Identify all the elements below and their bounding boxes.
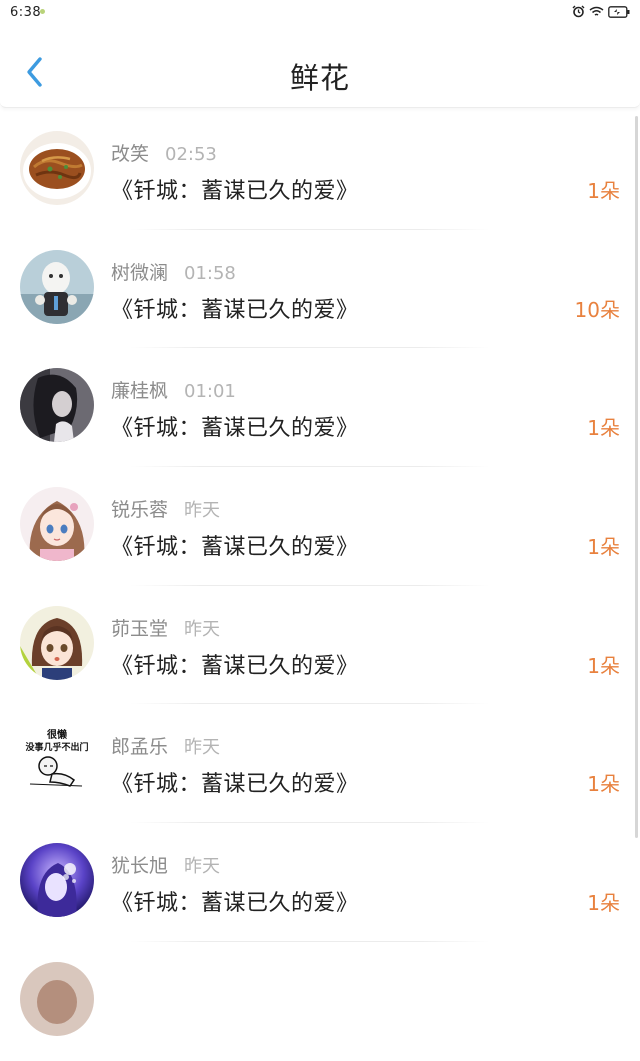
send-time: 昨天: [184, 737, 221, 759]
flower-count: 1朵: [587, 891, 620, 916]
cartoon-character-avatar-icon: [20, 249, 94, 324]
send-time: 昨天: [184, 500, 221, 522]
list-item-partial[interactable]: [0, 942, 640, 1061]
user-line: 郎孟乐 昨天: [111, 732, 220, 759]
user-line: 犹长旭 昨天: [111, 851, 220, 878]
send-time: 昨天: [184, 856, 221, 878]
list-item[interactable]: 很懒 没事几乎不出门 郎孟乐 昨天 《钎城：蓄谋已久的爱》 1朵: [0, 704, 640, 824]
nav-bar: 鲜花: [0, 28, 640, 108]
list-item[interactable]: 犹长旭 昨天 《钎城：蓄谋已久的爱》 1朵: [0, 823, 640, 942]
user-name: 廉桂枫: [111, 380, 169, 403]
user-name: 改笑: [111, 143, 150, 165]
user-line: 廉桂枫 01:01: [111, 376, 236, 403]
list-item[interactable]: 锐乐蓉 昨天 《钎城：蓄谋已久的爱》 1朵: [0, 467, 640, 586]
user-line: 改笑 02:53: [111, 139, 217, 166]
user-line: 锐乐蓉 昨天: [111, 495, 220, 522]
anime-purple-avatar-icon: [20, 843, 94, 918]
user-name: 郎孟乐: [111, 736, 169, 759]
anime-girl-brown-hair-avatar-icon: [20, 605, 94, 680]
flower-list: 改笑 02:53 《钎城：蓄谋已久的爱》 1朵 树微澜 01:58 《钎城：蓄谋…: [0, 111, 640, 1061]
send-time: 昨天: [184, 618, 221, 640]
book-title: 《钎城：蓄谋已久的爱》: [111, 416, 359, 442]
page-title: 鲜花: [289, 61, 350, 95]
book-title: 《钎城：蓄谋已久的爱》: [111, 653, 359, 679]
user-line: 茆玉堂 昨天: [111, 614, 220, 641]
wifi-icon: [589, 6, 604, 16]
book-title: 《钎城：蓄谋已久的爱》: [111, 891, 359, 917]
status-bar: 6:38: [0, 0, 640, 28]
user-name: 树微澜: [111, 261, 169, 284]
partial-avatar-icon: [20, 961, 94, 1036]
meme-text-top: 很懒: [46, 728, 67, 741]
notification-dot-icon: [40, 9, 45, 14]
meme-avatar-icon: 很懒 没事几乎不出门: [20, 724, 94, 799]
flower-count: 1朵: [587, 416, 620, 441]
scrollbar[interactable]: [635, 116, 638, 838]
list-item[interactable]: 茆玉堂 昨天 《钎城：蓄谋已久的爱》 1朵: [0, 586, 640, 705]
user-name: 锐乐蓉: [111, 499, 169, 522]
person-photo-avatar-icon: [20, 368, 94, 443]
flower-count: 1朵: [587, 179, 620, 203]
book-title: 《钎城：蓄谋已久的爱》: [111, 179, 359, 204]
flower-count: 10朵: [574, 297, 620, 322]
status-icons: [572, 5, 630, 18]
user-name: 茆玉堂: [111, 617, 169, 640]
list-item[interactable]: 改笑 02:53 《钎城：蓄谋已久的爱》 1朵: [0, 111, 640, 230]
list-item[interactable]: 树微澜 01:58 《钎城：蓄谋已久的爱》 10朵: [0, 230, 640, 349]
battery-icon: [608, 5, 630, 18]
anime-girl-avatar-icon: [20, 487, 94, 562]
status-time: 6:38: [10, 5, 42, 20]
send-time: 01:01: [184, 381, 236, 403]
flower-count: 1朵: [587, 772, 620, 797]
alarm-icon: [572, 5, 585, 18]
send-time: 02:53: [165, 144, 217, 165]
list-item[interactable]: 廉桂枫 01:01 《钎城：蓄谋已久的爱》 1朵: [0, 348, 640, 468]
flower-count: 1朵: [587, 535, 620, 560]
book-title: 《钎城：蓄谋已久的爱》: [111, 772, 359, 798]
fried-noodles-avatar-icon: [20, 131, 94, 205]
flower-count: 1朵: [587, 653, 620, 678]
book-title: 《钎城：蓄谋已久的爱》: [111, 535, 359, 561]
user-name: 犹长旭: [111, 855, 169, 878]
book-title: 《钎城：蓄谋已久的爱》: [111, 297, 359, 323]
meme-text-bottom: 没事几乎不出门: [25, 741, 88, 753]
send-time: 01:58: [184, 262, 236, 284]
user-line: 树微澜 01:58: [111, 258, 236, 285]
